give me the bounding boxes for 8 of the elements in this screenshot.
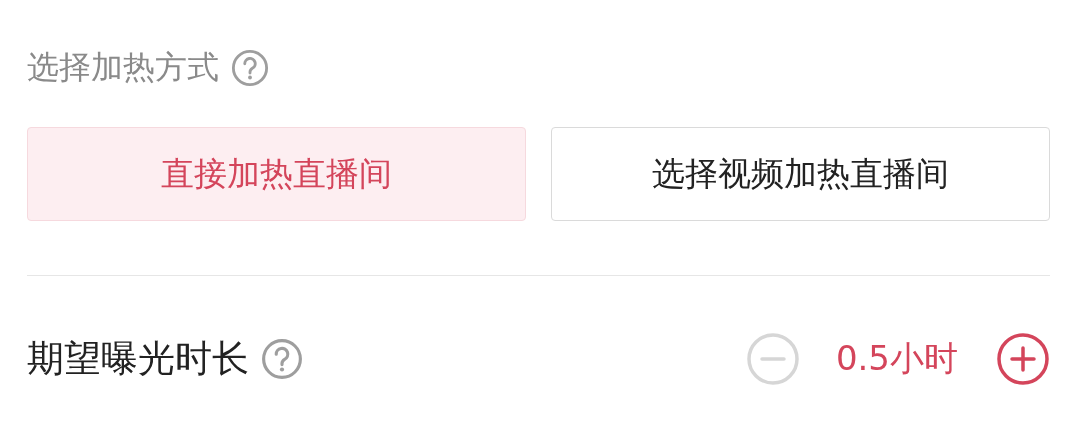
help-icon[interactable] xyxy=(261,338,303,380)
field-label: 期望曝光时长 xyxy=(27,336,249,382)
option-button[interactable]: 直接加热直播间 xyxy=(27,127,526,221)
help-icon[interactable] xyxy=(231,49,269,87)
increase-button[interactable] xyxy=(996,332,1050,386)
section-title: 选择加热方式 xyxy=(27,47,219,88)
option-button[interactable]: 选择视频加热直播间 xyxy=(551,127,1050,221)
duration-value: 0.5小时 xyxy=(835,337,958,380)
